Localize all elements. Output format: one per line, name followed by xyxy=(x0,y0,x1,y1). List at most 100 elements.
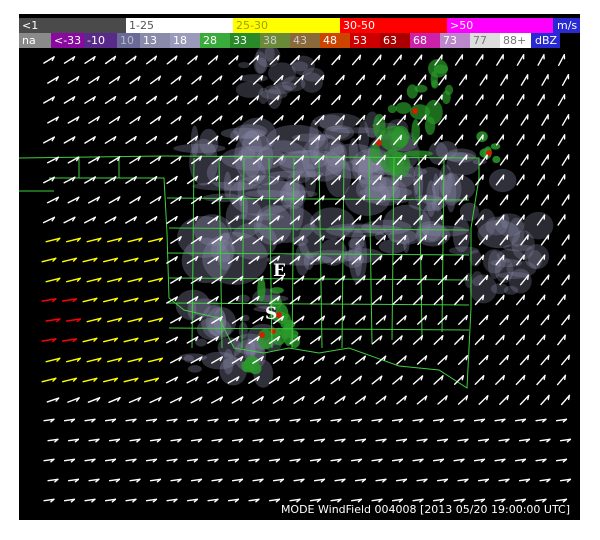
wind-vector-head xyxy=(568,314,570,320)
wind-vector-head xyxy=(465,154,468,160)
dbz-legend-bin: <-33 xyxy=(51,33,84,48)
wind-vector xyxy=(413,54,423,66)
echo-cell xyxy=(424,116,436,136)
echo-cell xyxy=(183,354,194,363)
wind-vector xyxy=(351,54,362,66)
echo-cell xyxy=(238,62,250,69)
wind-vector xyxy=(479,114,488,126)
reflectivity-echoes xyxy=(173,48,554,388)
wind-vector-head xyxy=(441,174,444,181)
wind-vector-head xyxy=(482,254,485,261)
wind-vector-head xyxy=(420,254,423,261)
echo-cell xyxy=(445,171,457,213)
wind-vector-head xyxy=(461,254,464,261)
wind-vector xyxy=(540,194,550,206)
wind-vector-head xyxy=(445,234,448,241)
wind-vector-head xyxy=(277,55,280,61)
wind-vector-head xyxy=(301,75,304,81)
wind-vector xyxy=(475,54,484,66)
wind-vector-head xyxy=(486,194,488,201)
wind-vector-head xyxy=(461,375,464,381)
wind-vector-head xyxy=(547,354,550,361)
wind-vector-head xyxy=(256,55,260,61)
wind-vector-head xyxy=(486,355,489,361)
wind-vector xyxy=(454,134,464,146)
wind-vector xyxy=(479,194,488,206)
echo-cell xyxy=(291,55,315,76)
echo-cell xyxy=(361,219,412,235)
wind-vector xyxy=(458,114,468,126)
reflectivity-legend: na <-33 -10 10 13 18 28 33 38 43 48 53 63 68 73 77 88+ dB… xyxy=(19,33,560,48)
echo-core xyxy=(412,108,418,114)
wind-vector xyxy=(536,294,546,306)
wind-vector xyxy=(454,94,464,106)
wind-vector xyxy=(519,314,530,326)
wind-vector xyxy=(500,74,508,86)
wind-vector xyxy=(560,394,571,406)
dbz-legend-bin: 68 xyxy=(410,33,440,48)
wind-vector-head xyxy=(420,94,423,100)
wind-vector-head xyxy=(338,134,341,141)
wind-vector-head xyxy=(465,355,468,361)
wind-vector-head xyxy=(359,94,362,101)
wind-vector-head xyxy=(363,195,366,201)
dbz-legend-bin: 48 xyxy=(320,33,350,48)
wind-vector-head xyxy=(363,114,366,121)
dbz-legend-bin: 88+ xyxy=(500,33,531,48)
wind-vector xyxy=(561,194,570,206)
dbz-legend-unit: dBZ xyxy=(531,33,560,48)
echo-cell xyxy=(238,117,277,152)
wind-vector-head xyxy=(379,54,382,61)
dbz-legend-bin: 13 xyxy=(140,33,170,48)
wind-vector-head xyxy=(420,134,423,141)
wind-vector-head xyxy=(404,74,406,80)
dbz-legend-bin: 53 xyxy=(350,33,380,48)
wind-vector-head xyxy=(465,274,468,281)
echo-cell xyxy=(488,168,517,193)
wind-vector xyxy=(557,334,566,346)
echo-cell xyxy=(223,348,234,375)
dbz-legend-bin: 33 xyxy=(230,33,260,48)
wind-vector xyxy=(516,174,525,186)
echo-cell xyxy=(292,236,309,246)
wind-vector-head xyxy=(527,394,530,401)
wind-vector xyxy=(561,114,570,126)
dbz-legend-bin: 28 xyxy=(200,33,230,48)
wind-vector-head xyxy=(318,135,321,141)
echo-cell xyxy=(269,287,284,294)
wind-vector-head xyxy=(359,54,362,61)
echo-cell xyxy=(494,213,525,237)
wind-vector-head xyxy=(543,294,546,301)
dbz-legend-bin: 10 xyxy=(117,33,140,48)
wind-vector-head xyxy=(383,114,386,121)
wind-vector-head xyxy=(506,274,509,281)
wind-vector-head xyxy=(486,234,488,241)
wind-vector-head xyxy=(502,254,505,261)
marker-e: E xyxy=(273,261,286,281)
wind-vector-head xyxy=(424,315,427,321)
wind-vector xyxy=(557,254,566,266)
wind-vector-head xyxy=(568,394,571,401)
wind-vector xyxy=(536,374,546,386)
wind-vector-head xyxy=(363,154,366,161)
wind-vector-head xyxy=(400,214,403,221)
wind-vector-head xyxy=(359,174,362,181)
wind-vector-head xyxy=(461,294,464,301)
wind-vector-head xyxy=(547,314,550,320)
wind-vector-head xyxy=(568,354,570,360)
wind-vector xyxy=(351,94,362,106)
wind-vector-head xyxy=(482,375,485,381)
echo-cell xyxy=(329,143,345,155)
speed-legend-bin: <1 xyxy=(19,18,126,33)
echo-cell xyxy=(524,244,550,270)
wind-vector xyxy=(516,134,525,146)
wind-vector-head xyxy=(338,94,341,101)
wind-vector xyxy=(537,54,545,66)
echo-cell xyxy=(264,84,293,95)
wind-vector xyxy=(561,154,570,166)
wind-vector-head xyxy=(281,75,284,81)
wind-vector-head xyxy=(400,174,403,181)
wind-vector xyxy=(540,274,550,286)
wind-vector xyxy=(499,114,509,126)
wind-vector xyxy=(541,74,549,86)
